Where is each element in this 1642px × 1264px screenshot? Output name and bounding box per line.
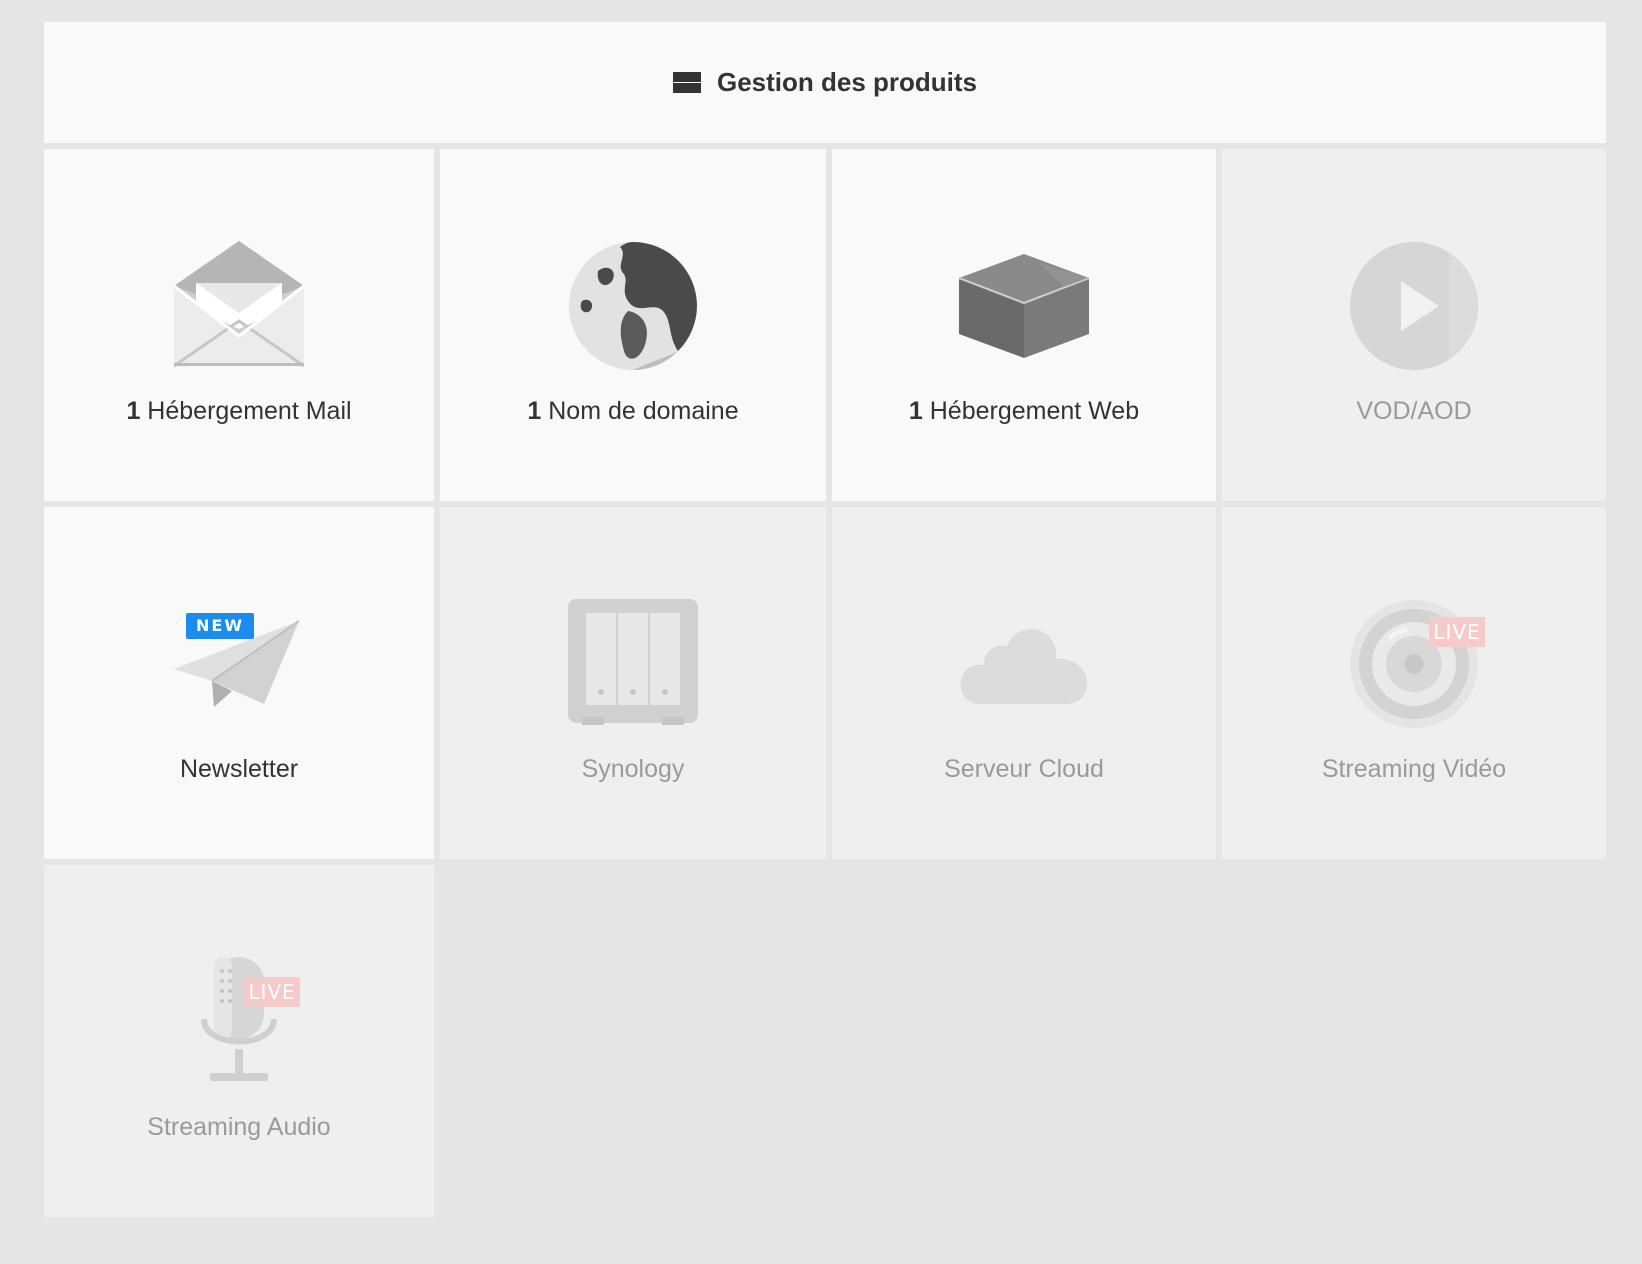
tile-label: 1 Hébergement Mail xyxy=(126,397,352,425)
tile-label: Synology xyxy=(581,755,685,783)
tile-vod-aod[interactable]: VOD/AOD xyxy=(1222,149,1606,501)
tile-cloud-server[interactable]: Serveur Cloud xyxy=(832,507,1216,859)
product-grid: 1 Hébergement Mail 1 Nom de domaine 1 Hé… xyxy=(44,149,1606,1217)
tile-label: 1 Hébergement Web xyxy=(908,397,1140,425)
globe-icon xyxy=(568,241,698,371)
paper-plane-icon: NEW xyxy=(174,599,304,729)
menu-icon xyxy=(672,71,701,94)
tile-label: 1 Nom de domaine xyxy=(527,397,739,425)
new-badge: NEW xyxy=(186,613,254,639)
panel-header: Gestion des produits xyxy=(44,22,1606,143)
tile-label: Newsletter xyxy=(179,755,299,783)
tile-newsletter[interactable]: NEW Newsletter xyxy=(44,507,434,859)
tile-label: VOD/AOD xyxy=(1356,397,1472,425)
page-title: Gestion des produits xyxy=(716,67,978,97)
tile-domain-name[interactable]: 1 Nom de domaine xyxy=(440,149,826,501)
live-badge: LIVE xyxy=(1429,617,1485,647)
live-badge: LIVE xyxy=(244,977,300,1007)
camera-lens-icon: LIVE xyxy=(1349,599,1485,729)
tile-label: Serveur Cloud xyxy=(944,755,1104,783)
play-icon xyxy=(1349,241,1479,371)
tile-web-hosting[interactable]: 1 Hébergement Web xyxy=(832,149,1216,501)
tile-synology[interactable]: Synology xyxy=(440,507,826,859)
tile-label: Streaming Audio xyxy=(147,1113,331,1141)
box-icon xyxy=(959,241,1089,371)
envelope-icon xyxy=(174,241,304,371)
cloud-icon xyxy=(959,599,1089,729)
tile-audio-streaming[interactable]: LIVE Streaming Audio xyxy=(44,865,434,1217)
product-management-panel: Gestion des produits 1 Hébergement Mail xyxy=(44,22,1606,1217)
nas-icon xyxy=(568,599,698,729)
tile-mail-hosting[interactable]: 1 Hébergement Mail xyxy=(44,149,434,501)
microphone-icon: LIVE xyxy=(174,957,304,1087)
tile-label: Streaming Vidéo xyxy=(1321,755,1507,783)
tile-video-streaming[interactable]: LIVE Streaming Vidéo xyxy=(1222,507,1606,859)
